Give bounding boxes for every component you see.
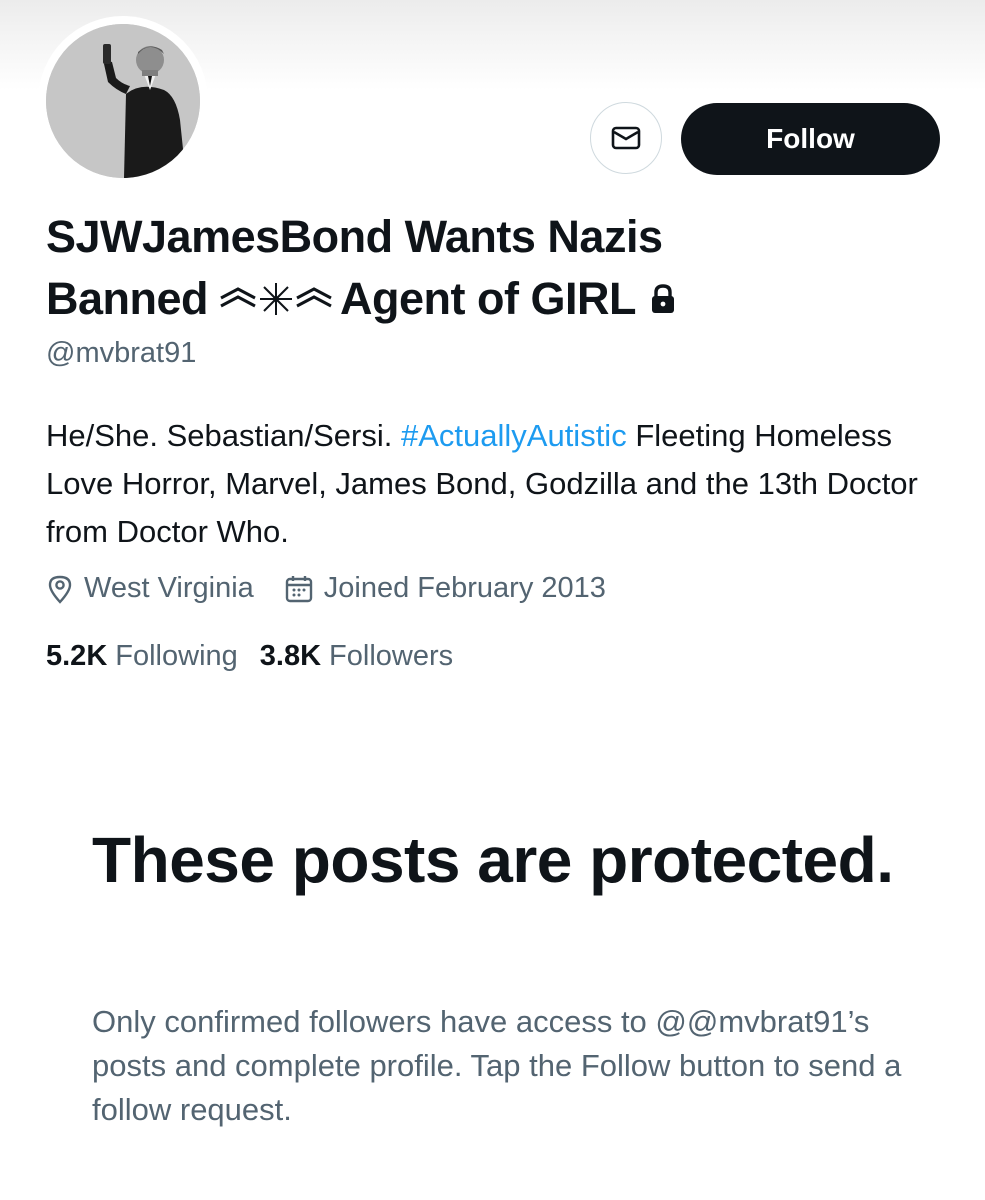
rank-insignia-emoji — [218, 281, 334, 317]
protected-notice-title: These posts are protected. — [92, 824, 894, 896]
joined-text: Joined February 2013 — [323, 572, 606, 604]
calendar-icon — [285, 575, 312, 602]
lock-icon — [651, 284, 674, 313]
message-button[interactable] — [590, 102, 662, 174]
following-count: 5.2K — [46, 640, 108, 672]
followers-link[interactable]: 3.8K Followers — [260, 640, 453, 673]
display-name-line2-end: Agent of GIRL — [340, 273, 636, 324]
profile-bio: He/She. Sebastian/Sersi. #ActuallyAutist… — [46, 412, 946, 556]
bio-hashtag-link[interactable]: #ActuallyAutistic — [401, 418, 627, 453]
followers-count: 3.8K — [259, 640, 322, 672]
location-pin-icon — [48, 575, 72, 604]
display-name: SJWJamesBond Wants Nazis Banned Agent of… — [46, 206, 946, 330]
profile-stats: 5.2K Following 3.8K Followers — [46, 640, 475, 673]
display-name-line1: SJWJamesBond Wants Nazis — [46, 211, 663, 262]
avatar-image — [46, 24, 200, 178]
follow-button[interactable]: Follow — [681, 103, 940, 175]
following-label: Following — [115, 640, 238, 672]
following-link[interactable]: 5.2K Following — [46, 640, 238, 673]
follow-button-label: Follow — [766, 123, 855, 154]
protected-notice-description: Only confirmed followers have access to … — [92, 1004, 902, 1127]
display-name-line2-start: Banned — [46, 273, 209, 324]
profile-handle: @mvbrat91 — [46, 337, 197, 369]
chevron-insignia-icon — [220, 287, 256, 308]
location-text: West Virginia — [84, 572, 254, 604]
chevron-insignia-icon — [296, 287, 332, 308]
profile-meta: West Virginia Joined February 2013 — [46, 572, 636, 605]
bio-text-start: He/She. Sebastian/Sersi. — [46, 418, 393, 453]
joined-item: Joined February 2013 — [284, 572, 606, 605]
avatar[interactable] — [46, 24, 200, 178]
envelope-icon — [611, 126, 641, 150]
location-item: West Virginia — [46, 572, 254, 605]
followers-label: Followers — [329, 640, 454, 672]
star-insignia-icon — [260, 283, 293, 315]
